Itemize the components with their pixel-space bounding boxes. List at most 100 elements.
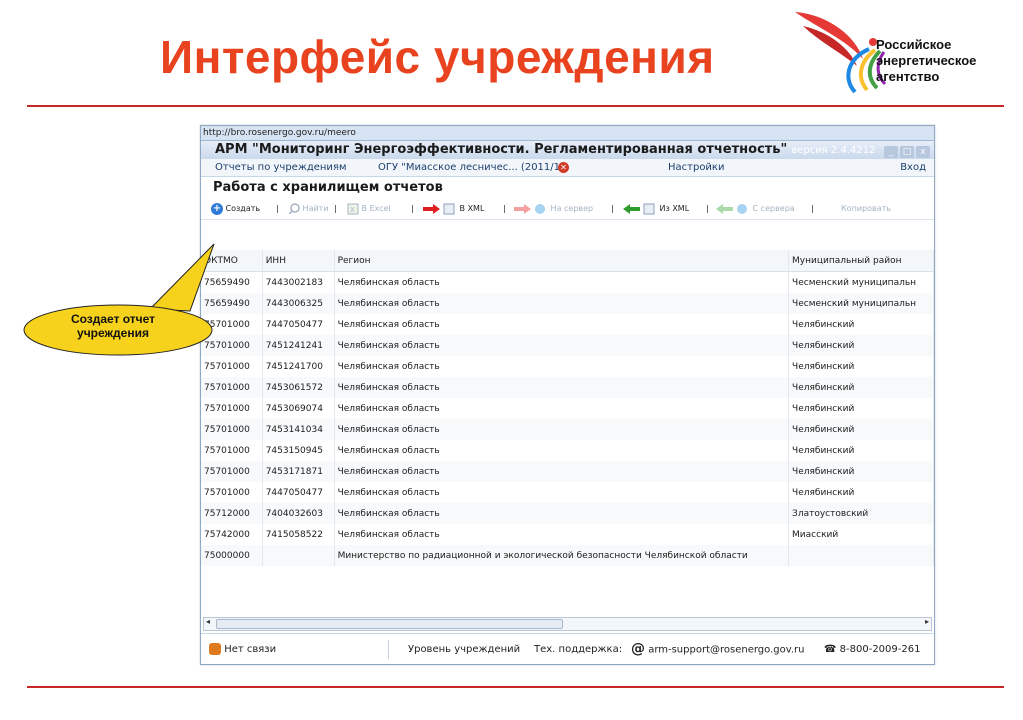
- level-label: Уровень учреждений: [408, 644, 521, 655]
- status-bar: Нет связи Уровень учреждений Тех. поддер…: [201, 633, 934, 664]
- cell-district: Челябинский: [788, 398, 934, 419]
- excel-button[interactable]: X В Excel: [347, 199, 391, 219]
- column-header-inn[interactable]: ИНН: [262, 250, 335, 272]
- cell-district: Челябинский: [788, 335, 934, 356]
- cell-region: Челябинская область: [334, 377, 790, 398]
- cell-district: Челябинский: [788, 482, 934, 503]
- maximize-button[interactable]: □: [900, 146, 914, 158]
- table-row[interactable]: 75659490 7443006325 Челябинская область Чес…: [201, 293, 934, 314]
- cell-region: Челябинская область: [334, 419, 790, 440]
- to-server-button[interactable]: На сервер: [514, 199, 593, 219]
- cell-inn: 7453150945: [262, 440, 335, 461]
- column-header-district[interactable]: Муниципальный район: [788, 250, 934, 272]
- cell-inn: 7443002183: [262, 271, 335, 293]
- support-email[interactable]: arm-support@rosenergo.gov.ru: [648, 645, 804, 656]
- copy-button[interactable]: Копировать: [841, 199, 891, 219]
- cell-oktmo: 75701000: [201, 356, 263, 377]
- cell-oktmo: 75701000: [201, 398, 263, 419]
- table-row[interactable]: 75701000 7453150945 Челябинская область Чел…: [201, 440, 934, 461]
- cell-region: Челябинская область: [334, 356, 790, 377]
- cell-region: Челябинская область: [334, 524, 790, 545]
- cell-district: Златоустовский: [788, 503, 934, 524]
- from-server-button[interactable]: С сервера: [716, 199, 795, 219]
- table-row[interactable]: 75742000 7415058522 Челябинская область Миа…: [201, 524, 934, 545]
- at-sign-icon: @: [631, 641, 645, 657]
- cell-inn: 7447050477: [262, 482, 335, 503]
- cell-oktmo: 75701000: [201, 461, 263, 482]
- cell-region: Челябинская область: [334, 461, 790, 482]
- table-row[interactable]: 75701000 7451241241 Челябинская область Чел…: [201, 335, 934, 356]
- table-row[interactable]: 75659490 7443002183 Челябинская область Чес…: [201, 271, 934, 293]
- create-button[interactable]: + Создать: [211, 199, 260, 219]
- cell-oktmo: 75742000: [201, 524, 263, 545]
- cell-district: [788, 545, 934, 566]
- table-row[interactable]: 75701000 7453171871 Челябинская область Чел…: [201, 461, 934, 482]
- find-button[interactable]: Найти: [289, 199, 329, 219]
- support-contact[interactable]: @ arm-support@rosenergo.gov.ru: [631, 634, 805, 664]
- upload-server-icon: [514, 203, 545, 214]
- to-xml-label: В XML: [459, 204, 485, 213]
- close-button[interactable]: x: [916, 146, 930, 158]
- url-bar[interactable]: http://bro.rosenergo.gov.ru/meero: [201, 126, 934, 141]
- cell-district: Челябинский: [788, 419, 934, 440]
- from-xml-button[interactable]: Из XML: [623, 199, 689, 219]
- table-row[interactable]: 75701000 7453141034 Челябинская область Чел…: [201, 419, 934, 440]
- find-label: Найти: [302, 204, 329, 213]
- scroll-left-icon[interactable]: ◂: [206, 617, 210, 626]
- cell-inn: 7453069074: [262, 398, 335, 419]
- cell-region: Челябинская область: [334, 271, 790, 293]
- toolbar-separator: |: [334, 204, 337, 213]
- tab-organization[interactable]: ОГУ "Миасское лесничес... (2011/1): [378, 159, 564, 176]
- export-xml-icon: [423, 203, 455, 214]
- close-tab-icon[interactable]: ✕: [558, 162, 569, 173]
- login-link[interactable]: Вход: [900, 159, 926, 176]
- column-header-oktmo[interactable]: ОКТМО: [201, 250, 263, 272]
- toolbar-separator: |: [611, 204, 614, 213]
- cell-district: Чесменский муниципальн: [788, 271, 934, 293]
- cell-oktmo: 75701000: [201, 440, 263, 461]
- table-row[interactable]: 75701000 7453061572 Челябинская область Чел…: [201, 377, 934, 398]
- phone-number: 8-800-2009-261: [839, 644, 921, 655]
- table-row[interactable]: 75000000 Министерство по радиационной и э…: [201, 545, 934, 566]
- table-row[interactable]: 75701000 7451241700 Челябинская область Чел…: [201, 356, 934, 377]
- cell-district: Миасский: [788, 524, 934, 545]
- from-xml-label: Из XML: [659, 204, 690, 213]
- tab-reports[interactable]: Отчеты по учреждениям: [215, 159, 347, 176]
- phone-contact: ☎ 8-800-2009-261: [824, 634, 921, 664]
- section-title: Работа с хранилищем отчетов: [213, 180, 443, 195]
- cell-inn: 7404032603: [262, 503, 335, 524]
- logo-line-3: агентство: [876, 69, 940, 84]
- scrollbar-thumb[interactable]: [216, 619, 563, 629]
- status-divider: [388, 640, 389, 659]
- cell-inn: 7451241241: [262, 335, 335, 356]
- callout-text: Создает отчет учреждения: [70, 312, 156, 340]
- table-row[interactable]: 75701000 7453069074 Челябинская область Чел…: [201, 398, 934, 419]
- to-xml-button[interactable]: В XML: [423, 199, 484, 219]
- reports-table: ОКТМО ИНН Регион Муниципальный район 756…: [201, 250, 934, 566]
- slide-title: Интерфейс учреждения: [160, 31, 715, 83]
- cell-region: Челябинская область: [334, 503, 790, 524]
- from-server-label: С сервера: [752, 204, 795, 213]
- phone-icon: ☎: [824, 644, 837, 655]
- cell-inn: 7451241700: [262, 356, 335, 377]
- table-row[interactable]: 75712000 7404032603 Челябинская область Зла…: [201, 503, 934, 524]
- table-header-row: ОКТМО ИНН Регион Муниципальный район: [201, 250, 934, 272]
- logo-line-1: Российское: [876, 37, 952, 52]
- cell-oktmo: 75701000: [201, 377, 263, 398]
- toolbar: + Создать | Найти | X В Excel | В XML | …: [201, 199, 934, 220]
- minimize-button[interactable]: _: [884, 146, 898, 158]
- bottom-divider: [27, 686, 1004, 688]
- tab-settings[interactable]: Настройки: [668, 159, 724, 176]
- cell-region: Челябинская область: [334, 440, 790, 461]
- cell-oktmo: 75659490: [201, 271, 263, 293]
- table-row[interactable]: 75701000 7447050477 Челябинская область Чел…: [201, 314, 934, 335]
- column-header-region[interactable]: Регион: [334, 250, 790, 272]
- toolbar-separator: |: [811, 204, 814, 213]
- cell-district: Челябинский: [788, 377, 934, 398]
- horizontal-scrollbar[interactable]: ◂ ▸: [203, 617, 932, 631]
- svg-text:X: X: [350, 206, 355, 214]
- excel-icon: X: [347, 203, 359, 214]
- table-row[interactable]: 75701000 7447050477 Челябинская область Чел…: [201, 482, 934, 503]
- scroll-right-icon[interactable]: ▸: [925, 617, 929, 626]
- cell-region: Челябинская область: [334, 314, 790, 335]
